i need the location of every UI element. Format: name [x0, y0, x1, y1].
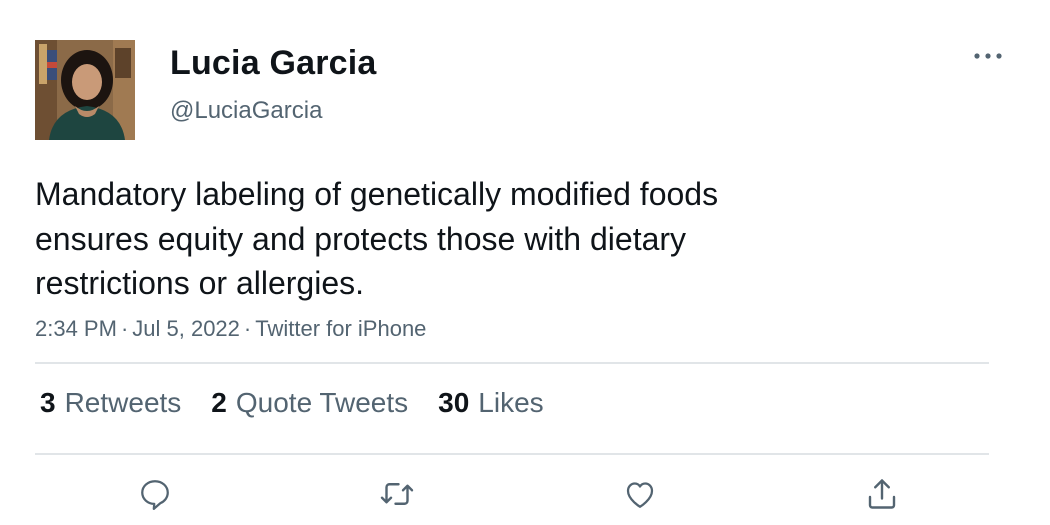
more-icon — [974, 53, 1002, 59]
tweet-metadata: 2:34 PM · Jul 5, 2022 · Twitter for iPhone — [35, 316, 426, 342]
likes-count: 30 — [438, 387, 470, 418]
share-icon — [868, 479, 896, 509]
heart-icon — [626, 482, 654, 508]
tweet-text-line: restrictions or allergies. — [35, 265, 364, 301]
divider — [35, 453, 989, 455]
tweet-time[interactable]: 2:34 PM — [35, 316, 117, 341]
reply-icon — [141, 480, 169, 510]
tweet-source[interactable]: Twitter for iPhone — [255, 316, 426, 341]
more-options-button[interactable] — [970, 44, 1006, 68]
meta-separator: · — [243, 316, 252, 341]
retweets-label: Retweets — [64, 387, 182, 418]
tweet-date[interactable]: Jul 5, 2022 — [132, 316, 240, 341]
retweets-stat[interactable]: 3 Retweets — [40, 387, 181, 419]
quote-tweets-stat[interactable]: 2 Quote Tweets — [211, 387, 408, 419]
reply-button[interactable] — [135, 474, 175, 514]
display-name[interactable]: Lucia Garcia — [170, 44, 377, 83]
likes-stat[interactable]: 30 Likes — [438, 387, 544, 419]
divider — [35, 362, 989, 364]
tweet-text: Mandatory labeling of genetically modifi… — [35, 172, 835, 306]
user-handle[interactable]: @LuciaGarcia — [170, 97, 322, 125]
meta-separator: · — [120, 316, 129, 341]
likes-label: Likes — [478, 387, 544, 418]
quote-tweets-count: 2 — [211, 387, 227, 418]
tweet-text-line: ensures equity and protects those with d… — [35, 220, 687, 257]
avatar[interactable] — [35, 40, 135, 140]
engagement-stats: 3 Retweets 2 Quote Tweets 30 Likes — [40, 387, 544, 419]
like-button[interactable] — [620, 474, 660, 514]
quote-tweets-label: Quote Tweets — [235, 387, 409, 418]
retweet-icon — [380, 483, 414, 505]
share-button[interactable] — [862, 474, 902, 514]
tweet-text-line: Mandatory labeling of genetically modifi… — [35, 176, 719, 212]
retweet-button[interactable] — [377, 474, 417, 514]
avatar-photo — [35, 40, 135, 140]
retweets-count: 3 — [40, 387, 56, 418]
